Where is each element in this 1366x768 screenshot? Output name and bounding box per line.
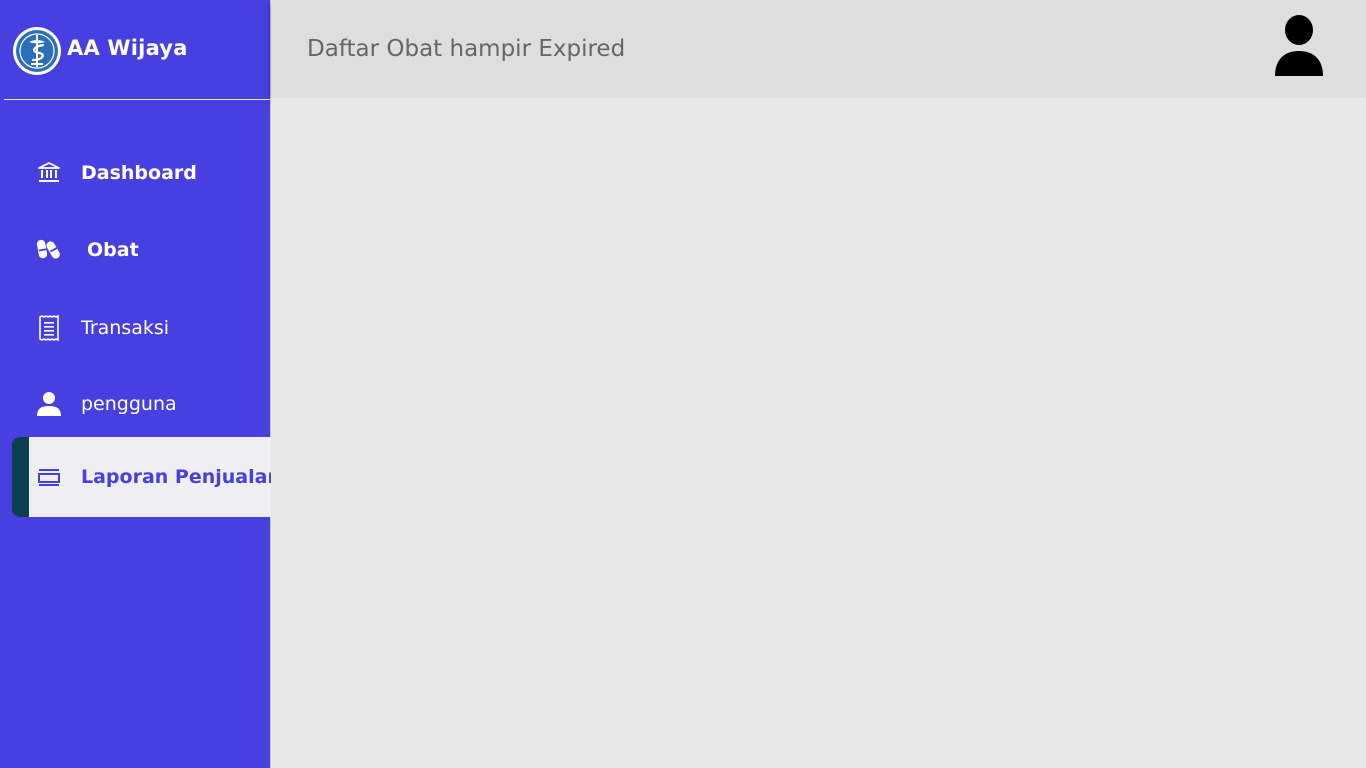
brand[interactable]: AA Wijaya	[0, 0, 271, 100]
main-content	[271, 98, 1366, 768]
sidebar-item-label: Laporan Penjualan	[81, 466, 281, 488]
sidebar: AA Wijaya Dashboard Obat Transaksi pengg…	[0, 0, 281, 768]
app-root: AA Wijaya Dashboard Obat Transaksi pengg…	[0, 0, 1366, 768]
brand-name: AA Wijaya	[67, 36, 188, 60]
sidebar-item-dashboard[interactable]: Dashboard	[12, 135, 271, 211]
sidebar-item-obat[interactable]: Obat	[12, 212, 271, 288]
sidebar-item-label: Obat	[87, 239, 139, 261]
pills-icon	[36, 237, 62, 263]
bank-icon	[36, 160, 62, 186]
caduceus-logo-icon	[13, 27, 61, 75]
brand-divider	[4, 99, 279, 100]
user-avatar-icon[interactable]	[1271, 14, 1327, 80]
report-icon	[36, 464, 62, 490]
sidebar-item-label: Transaksi	[81, 317, 170, 339]
user-icon	[36, 391, 62, 417]
sidebar-item-laporan-penjualan[interactable]: Laporan Penjualan	[12, 437, 281, 517]
receipt-icon	[36, 315, 62, 341]
sidebar-item-transaksi[interactable]: Transaksi	[12, 290, 271, 366]
header: Daftar Obat hampir Expired	[271, 0, 1366, 98]
sidebar-item-label: pengguna	[81, 393, 177, 415]
sidebar-item-pengguna[interactable]: pengguna	[12, 366, 271, 442]
page-title: Daftar Obat hampir Expired	[307, 36, 626, 62]
sidebar-item-label: Dashboard	[81, 162, 197, 184]
